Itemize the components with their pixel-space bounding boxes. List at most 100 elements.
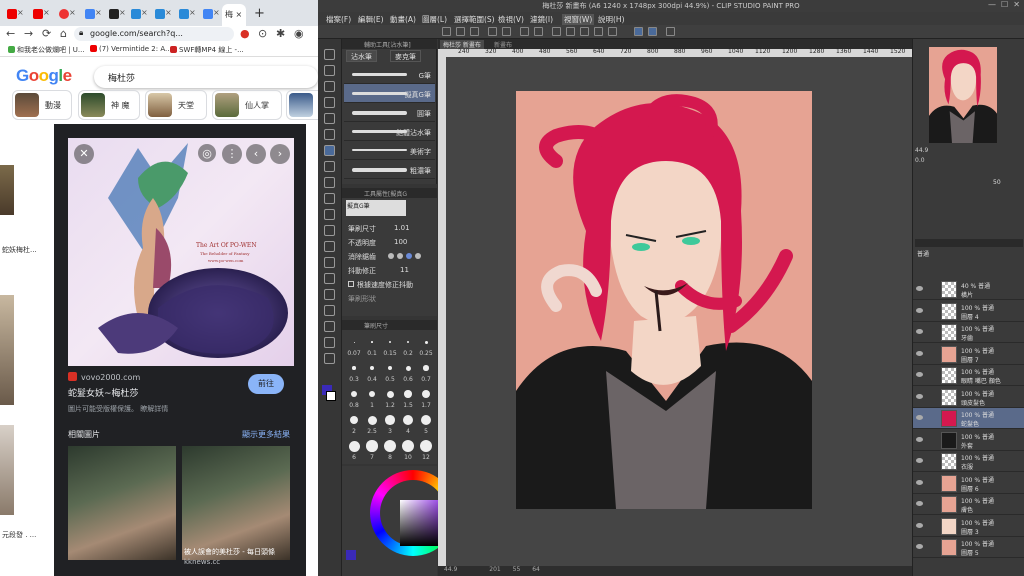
brush-size-dot[interactable] — [370, 366, 374, 370]
menu-animation[interactable]: 動畫(A) — [390, 14, 416, 25]
brush-size-dot[interactable] — [387, 365, 393, 371]
layer-blend-mode[interactable]: 普通 — [917, 249, 929, 258]
browser-tab[interactable]: × — [82, 5, 102, 23]
undo-icon[interactable] — [488, 27, 497, 36]
bookmark-item[interactable]: 和我老公做爛吧 | U... — [8, 45, 85, 55]
brush-size-dot[interactable] — [389, 341, 391, 343]
pencil-tool-icon[interactable] — [324, 161, 335, 172]
visibility-eye-icon[interactable] — [916, 415, 923, 420]
related-image[interactable] — [182, 446, 290, 560]
browser-tab[interactable]: × — [30, 5, 50, 23]
close-tab-icon[interactable]: × — [119, 8, 126, 17]
snap-ruler-icon[interactable] — [634, 27, 643, 36]
prop-stabilization[interactable]: 抖動修正 11 — [348, 266, 409, 276]
eyedropper-tool-icon[interactable] — [324, 129, 335, 140]
active-tab[interactable]: 梅 × — [222, 4, 246, 26]
result-caption[interactable]: 元段發 . ... — [2, 530, 36, 540]
home-icon[interactable]: ⌂ — [60, 27, 67, 40]
menu-edit[interactable]: 編輯(E) — [358, 14, 384, 25]
selection-tool-icon[interactable] — [324, 97, 335, 108]
brush-item[interactable]: 粗濃筆 — [344, 160, 435, 179]
layer-row[interactable]: 100 % 普通 頭皮髮色 — [913, 387, 1024, 408]
layer-row[interactable]: 100 % 普通 蛇髮色 — [913, 408, 1024, 429]
menu-help[interactable]: 說明(H) — [598, 14, 625, 25]
close-tab-icon[interactable]: × — [43, 8, 50, 17]
prop-value[interactable]: 1.01 — [394, 224, 410, 232]
menu-selection[interactable]: 選擇範圍(S) — [454, 14, 495, 25]
close-icon[interactable]: ✕ — [74, 144, 94, 164]
layer-row[interactable]: 100 % 普通 圖層 5 — [913, 537, 1024, 558]
show-more-link[interactable]: 顯示更多結果 — [242, 429, 290, 440]
menu-file[interactable]: 檔案(F) — [326, 14, 351, 25]
layer-row[interactable]: 40 % 普通 橫片 — [913, 279, 1024, 300]
close-tab-icon[interactable]: × — [17, 8, 24, 17]
brush-size-dot[interactable] — [420, 414, 432, 426]
back-icon[interactable]: ← — [6, 27, 15, 40]
extension-icon[interactable]: ● — [240, 27, 250, 40]
brush-size-dot[interactable] — [403, 415, 413, 425]
auto-select-tool-icon[interactable] — [324, 113, 335, 124]
correct-line-tool-icon[interactable] — [324, 353, 335, 364]
grid-icon[interactable] — [666, 27, 675, 36]
related-image[interactable] — [68, 446, 176, 560]
navigator-zoom[interactable]: 44.9 — [915, 147, 928, 154]
brush-size-dot[interactable] — [386, 390, 394, 398]
layer-row[interactable]: 100 % 普通 外套 — [913, 430, 1024, 451]
brush-size-dot[interactable] — [420, 440, 432, 452]
layer-name[interactable]: 眼睛 嘴巴 顏色 — [961, 376, 1001, 385]
google-logo[interactable]: Google — [16, 66, 72, 86]
brush-size-dot[interactable] — [352, 366, 356, 370]
browser-tab[interactable]: × — [200, 5, 220, 23]
zoom-tool-icon[interactable] — [324, 49, 335, 60]
fill-tool-icon[interactable] — [324, 241, 335, 252]
brush-size-dot[interactable] — [424, 340, 428, 344]
brush-size-dot[interactable] — [366, 440, 378, 452]
close-tab-icon[interactable]: × — [69, 8, 76, 17]
related-title[interactable]: 被人誤會的美杜莎 - 每日頭條 — [184, 547, 275, 557]
pen-tool-icon[interactable] — [324, 145, 335, 156]
blend-tool-icon[interactable] — [324, 225, 335, 236]
layer-name[interactable]: 圖層 5 — [961, 548, 979, 557]
address-bar[interactable]: 🔒︎ google.com/search?q... — [74, 27, 234, 41]
menu-view[interactable]: 檢視(V) — [498, 14, 524, 25]
close-tab-icon[interactable]: × — [189, 8, 196, 17]
brush-size-dot[interactable] — [353, 341, 355, 343]
shrink-selection-icon[interactable] — [608, 27, 617, 36]
brush-size-dot[interactable] — [404, 390, 412, 398]
visibility-eye-icon[interactable] — [916, 372, 923, 377]
bookmark-item[interactable]: (7) Vermintide 2: A... — [90, 45, 172, 53]
close-tab-icon[interactable]: × — [141, 8, 148, 17]
new-tab-icon[interactable]: + — [254, 6, 265, 21]
layer-opacity[interactable]: 50 — [993, 179, 1001, 186]
result-caption[interactable]: 蛇妖梅杜... — [2, 245, 37, 255]
extension-icon[interactable]: ⊙ — [258, 27, 267, 40]
brush-item[interactable]: 擬真G筆 — [344, 84, 435, 103]
brush-size-dot[interactable] — [405, 365, 411, 371]
subtool-tab[interactable]: 沾水筆 — [346, 50, 377, 62]
brush-size-dot[interactable] — [422, 390, 430, 398]
operation-tool-icon[interactable] — [324, 81, 335, 92]
visibility-eye-icon[interactable] — [916, 544, 923, 549]
visibility-eye-icon[interactable] — [916, 458, 923, 463]
result-thumbnail[interactable] — [0, 165, 14, 215]
visibility-eye-icon[interactable] — [916, 393, 923, 399]
brush-tool-icon[interactable] — [324, 177, 335, 188]
brush-size-dot[interactable] — [402, 440, 414, 452]
profile-icon[interactable]: ◉ — [294, 27, 304, 40]
layer-name[interactable]: 蛇髮色 — [961, 419, 979, 428]
layer-row[interactable]: 100 % 普通 牙齒 — [913, 322, 1024, 343]
search-chip[interactable] — [286, 90, 318, 120]
result-thumbnail[interactable] — [0, 295, 14, 405]
layer-name[interactable]: 橫片 — [961, 290, 973, 299]
copyright-note[interactable]: 圖片可能受版權保護。 瞭解詳情 — [68, 404, 168, 414]
forward-icon[interactable]: → — [24, 27, 33, 40]
invert-selection-icon[interactable] — [580, 27, 589, 36]
visit-button[interactable]: 前往 — [248, 374, 284, 394]
browser-tab[interactable]: × — [56, 5, 76, 23]
frame-tool-icon[interactable] — [324, 289, 335, 300]
visibility-eye-icon[interactable] — [916, 501, 923, 506]
text-tool-icon[interactable] — [324, 321, 335, 332]
bookmark-item[interactable]: SWF轉MP4 線上 -... — [170, 45, 244, 55]
search-input[interactable]: 梅杜莎 — [94, 66, 318, 88]
move-tool-icon[interactable] — [324, 65, 335, 76]
